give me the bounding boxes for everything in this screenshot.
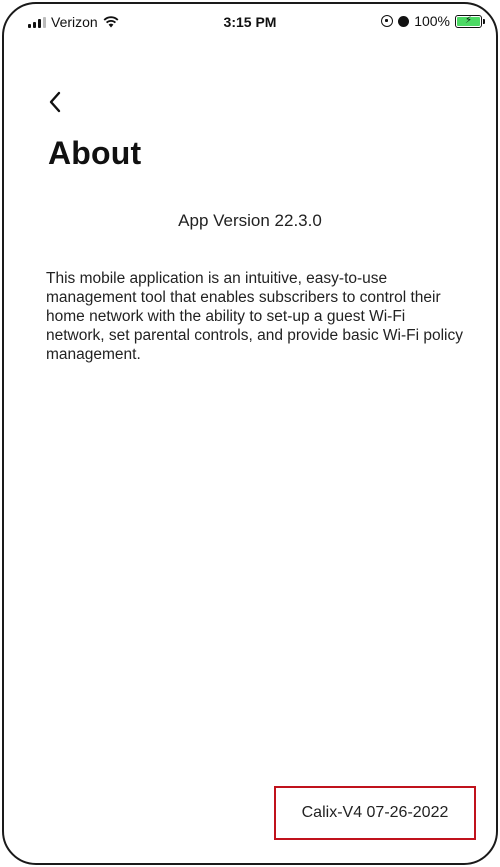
battery-charging-icon: ⚡ xyxy=(455,14,485,28)
page-title: About xyxy=(48,135,142,171)
app-version: App Version 22.3.0 xyxy=(178,211,322,230)
about-description: This mobile application is an intuitive,… xyxy=(46,270,463,363)
status-right: 100% ⚡ xyxy=(381,13,485,29)
phone-frame: Verizon 3:15 PM 100% ⚡ About App Version… xyxy=(2,2,498,865)
battery-percent: 100% xyxy=(414,13,450,29)
orientation-lock-icon xyxy=(381,15,394,27)
back-button[interactable] xyxy=(48,88,76,116)
status-bar: Verizon 3:15 PM 100% ⚡ xyxy=(4,4,496,40)
alarm-icon xyxy=(398,15,410,27)
battery-fill: ⚡ xyxy=(457,16,480,26)
build-tag: Calix-V4 07-26-2022 xyxy=(274,786,476,840)
chevron-left-icon xyxy=(49,91,61,113)
